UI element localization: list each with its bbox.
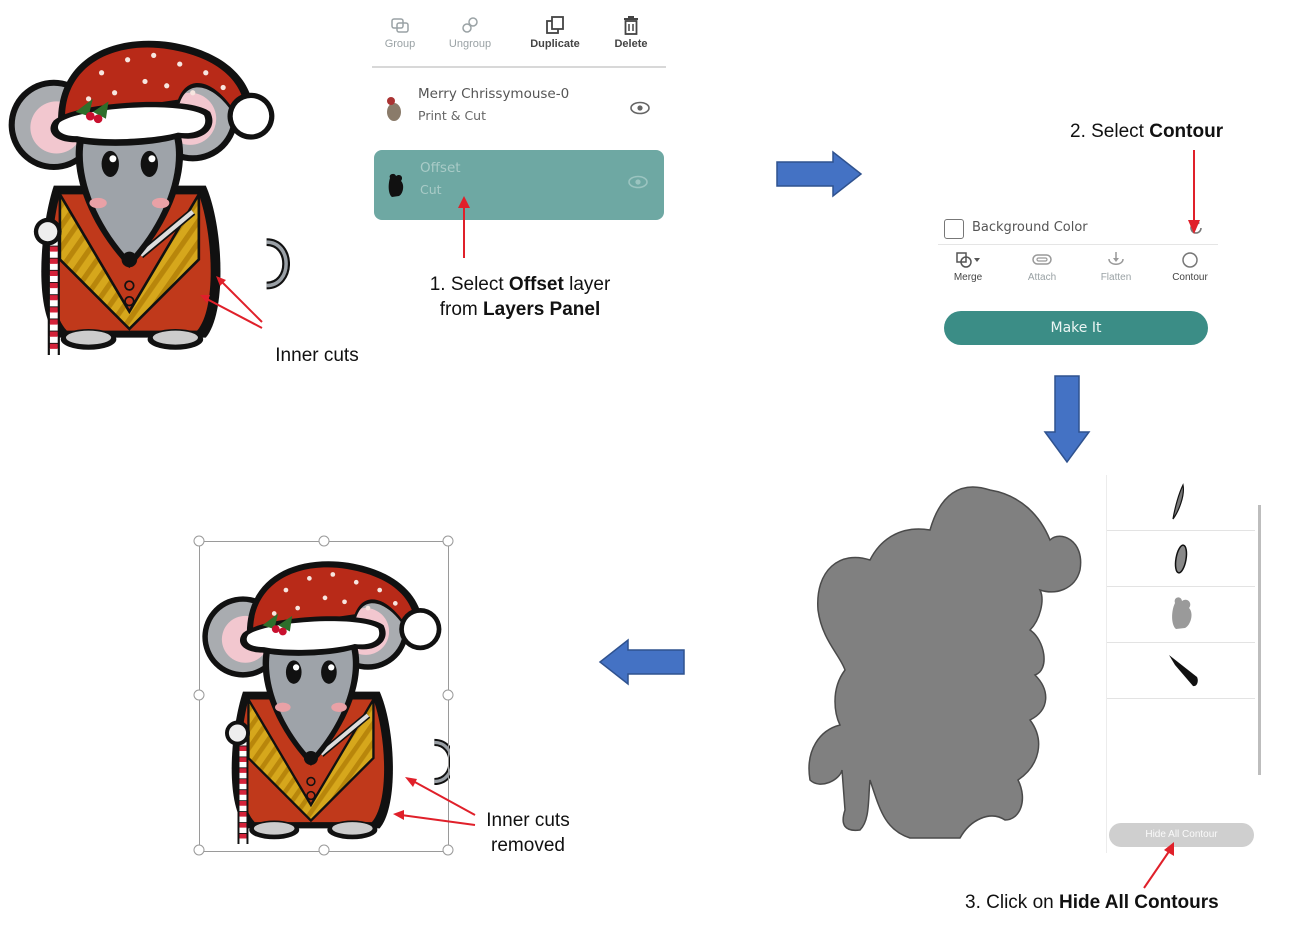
offset-silhouette <box>800 480 1100 850</box>
flatten-button[interactable]: Flatten <box>1088 250 1144 283</box>
eye-icon[interactable] <box>628 174 648 193</box>
group-label: Group <box>384 38 416 50</box>
contour-button[interactable]: Contour <box>1162 250 1218 283</box>
paperclip-icon <box>1014 250 1070 272</box>
ungroup-label: Ungroup <box>448 38 492 50</box>
layer-type: Print & Cut <box>418 108 486 123</box>
make-it-button[interactable]: Make It <box>944 311 1208 345</box>
attach-label: Attach <box>1027 272 1057 283</box>
step3-instruction: 3. Click on Hide All Contours <box>965 892 1219 913</box>
hide-all-contours-button[interactable]: Hide All Contour <box>1109 823 1254 847</box>
contour-piece-thumbnail <box>1169 655 1198 687</box>
eye-icon[interactable] <box>630 100 650 119</box>
group-icon <box>370 12 430 38</box>
contour-icon <box>1162 250 1218 272</box>
duplicate-button[interactable]: Duplicate <box>525 12 585 50</box>
duplicate-label: Duplicate <box>530 38 580 50</box>
layer-item-offset[interactable]: Offset Cut <box>374 150 664 220</box>
trash-icon <box>601 12 661 38</box>
contour-label: Contour <box>1172 272 1208 283</box>
label-inner-cuts: Inner cuts <box>275 345 359 366</box>
merge-button[interactable]: Merge <box>940 250 996 283</box>
layers-panel: Group Ungroup Duplicate Delete Merry Chr… <box>372 4 666 222</box>
contour-layers-list: Hide All Contour <box>1106 475 1261 853</box>
contour-piece-thumbnail <box>1174 544 1188 574</box>
delete-button[interactable]: Delete <box>601 12 661 50</box>
label-inner-cuts-removed: Inner cuts removed <box>486 810 570 856</box>
contour-piece-item[interactable] <box>1107 531 1255 587</box>
delete-label: Delete <box>614 38 648 50</box>
layer-item-merry-chrissymouse[interactable]: Merry Chrissymouse-0 Print & Cut <box>372 76 666 144</box>
step1-instruction: 1. Select Offset layer from Layers Panel <box>429 274 611 320</box>
pointer-arrow-step3 <box>1143 842 1174 889</box>
pointer-arrow-step1 <box>458 196 470 258</box>
contour-panel: Background Color Merge Attach Flatten Co… <box>938 208 1218 358</box>
layer-thumbnail-offset <box>386 172 406 200</box>
flow-arrow-right <box>776 150 863 198</box>
toolbar-divider <box>372 66 666 68</box>
contour-piece-item[interactable] <box>1107 587 1255 643</box>
list-scrollbar[interactable] <box>1258 505 1261 775</box>
merge-icon <box>940 250 996 272</box>
layer-type: Cut <box>420 182 442 197</box>
attach-button[interactable]: Attach <box>1014 250 1070 283</box>
layer-name: Merry Chrissymouse-0 <box>418 86 570 102</box>
flatten-icon <box>1088 250 1144 272</box>
flow-arrow-left <box>598 638 685 686</box>
layer-name: Offset <box>420 160 461 176</box>
panel-divider <box>938 244 1218 245</box>
background-color-checkbox[interactable] <box>944 219 964 239</box>
contour-piece-item[interactable] <box>1107 475 1255 531</box>
merge-label: Merge <box>953 272 983 283</box>
group-button[interactable]: Group <box>370 12 430 50</box>
pointer-arrows-inner-cuts <box>200 276 263 329</box>
ungroup-button[interactable]: Ungroup <box>440 12 500 50</box>
layer-thumbnail-mouse <box>386 96 402 122</box>
duplicate-icon <box>525 12 585 38</box>
step2-instruction: 2. Select Contour <box>1070 121 1224 142</box>
contour-piece-thumbnail <box>1172 483 1184 520</box>
pointer-arrow-step2 <box>1188 150 1200 234</box>
flow-arrow-down <box>1043 375 1091 464</box>
pointer-arrows-inner-cuts-removed <box>393 777 476 826</box>
contour-piece-item[interactable] <box>1107 643 1255 699</box>
flatten-label: Flatten <box>1100 272 1132 283</box>
background-color-label: Background Color <box>972 220 1088 235</box>
ungroup-icon <box>440 12 500 38</box>
contour-piece-thumbnail <box>1172 597 1192 629</box>
